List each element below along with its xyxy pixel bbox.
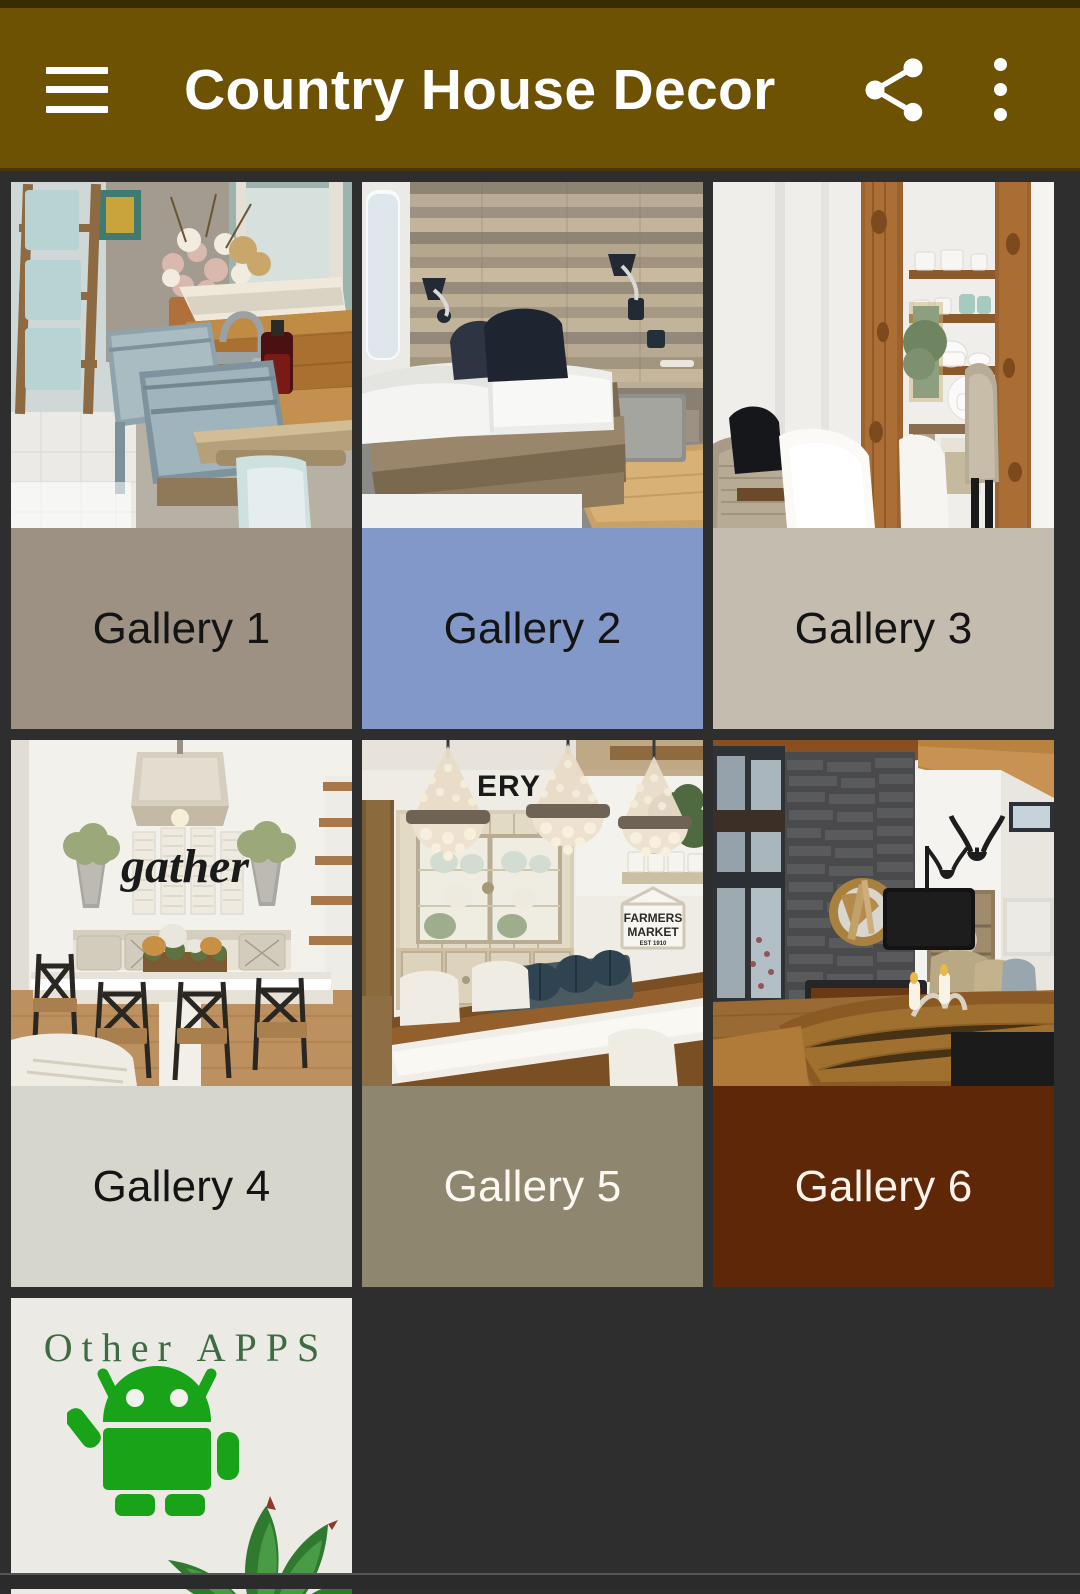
svg-text:EST 1910: EST 1910 [640,941,667,947]
gallery-tile-3-label-text: Gallery 3 [794,603,973,653]
hamburger-bar-top [46,66,108,74]
svg-text:E: E [477,770,497,803]
svg-text:R: R [498,770,520,803]
gallery-tile-4-label-text: Gallery 4 [92,1161,271,1211]
gallery-tile-6[interactable]: Gallery 6 [713,740,1054,1287]
gallery-grid: Gallery 1 Gallery 2 Gallery 3 gather Gal… [0,171,1080,1594]
gallery-tile-5[interactable]: ERY FARMERS MARKET EST 1910 Gallery 5 [362,740,703,1287]
gallery-tile-1-label-text: Gallery 1 [92,603,271,653]
gallery-tile-3[interactable]: Gallery 3 [713,182,1054,729]
svg-text:Y: Y [520,770,540,803]
bottom-divider [0,1573,1080,1575]
other-apps-tile[interactable]: Other APPS [11,1298,352,1594]
gallery-tile-2-label-text: Gallery 2 [443,603,622,653]
gallery-tile-2[interactable]: Gallery 2 [362,182,703,729]
wood-beam-doorway-white-interior-image[interactable] [713,182,1054,528]
svg-text:FARMERS: FARMERS [624,911,683,925]
hamburger-bar-bottom [46,105,108,113]
svg-text:gather: gather [120,840,250,893]
app-bar: Country House Decor [0,8,1080,171]
hamburger-bar-middle [46,86,108,93]
page-title: Country House Decor [184,57,776,122]
overflow-dot-3 [993,108,1007,121]
gallery-tile-6-label-text: Gallery 6 [794,1161,973,1211]
crystal-chandeliers-farm-table-image[interactable]: ERY FARMERS MARKET EST 1910 [362,740,703,1086]
overflow-dot-1 [993,58,1007,71]
farmhouse-dining-room-gather-sign-image[interactable]: gather [11,740,352,1086]
rustic-bathroom-galvanized-tub-sink-image[interactable] [11,182,352,528]
gallery-tile-4-label[interactable]: Gallery 4 [11,1086,352,1287]
gallery-tile-2-label[interactable]: Gallery 2 [362,528,703,729]
reclaimed-wood-wall-bedroom-image[interactable] [362,182,703,528]
status-bar [0,0,1080,8]
svg-text:MARKET: MARKET [627,925,679,939]
gallery-tile-1-label[interactable]: Gallery 1 [11,528,352,729]
bottom-spacer [0,1575,1080,1589]
gallery-tile-3-label[interactable]: Gallery 3 [713,528,1054,729]
gallery-tile-5-label-text: Gallery 5 [443,1161,622,1211]
hamburger-menu-icon[interactable] [46,66,108,113]
share-icon[interactable] [856,52,932,128]
overflow-dot-2 [993,83,1007,96]
gallery-tile-1[interactable]: Gallery 1 [11,182,352,729]
overflow-menu-icon[interactable] [972,52,1028,128]
gallery-tile-5-label[interactable]: Gallery 5 [362,1086,703,1287]
gallery-tile-4[interactable]: gather Gallery 4 [11,740,352,1287]
stone-fireplace-live-edge-table-image[interactable] [713,740,1054,1086]
gallery-tile-6-label[interactable]: Gallery 6 [713,1086,1054,1287]
